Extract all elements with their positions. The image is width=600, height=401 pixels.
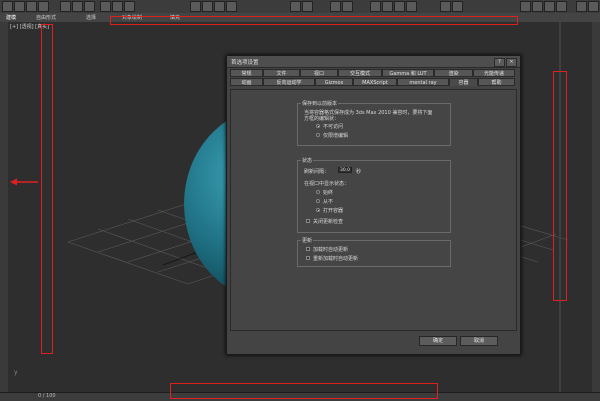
highlight-left-edge xyxy=(41,24,53,354)
highlight-ribbon xyxy=(110,16,518,25)
redo-icon[interactable] xyxy=(14,1,25,12)
scale-icon[interactable] xyxy=(124,1,135,12)
save-desc-line2: 方框的编辑状： xyxy=(304,116,340,122)
highlight-right-edge xyxy=(553,71,567,301)
radio-always-label: 始终 xyxy=(323,190,334,196)
toolbar-icon-a[interactable] xyxy=(520,1,531,12)
timeline-counter: 0 / 100 xyxy=(38,393,56,399)
radio-not-accessible-label: 不可访问 xyxy=(323,124,344,130)
cancel-button[interactable]: 取消 xyxy=(460,336,498,346)
auto-update-on-load-label: 加载时自动更新 xyxy=(313,247,349,253)
radio-never[interactable] xyxy=(316,199,320,203)
save-to-previous-group: 保存到以前版本 当将容器格式保存成为 3ds Max 2010 兼容时，要将下面… xyxy=(297,100,451,146)
region-select-icon[interactable] xyxy=(84,1,95,12)
angle-snap-icon[interactable] xyxy=(202,1,213,12)
tab-general[interactable]: 常规 xyxy=(230,69,263,77)
graphite-icon[interactable] xyxy=(342,1,353,12)
ribbon-tab-selection[interactable]: 选择 xyxy=(86,14,96,21)
tab-gizmos[interactable]: Gizmos xyxy=(315,78,353,86)
save-group-label: 保存到以前版本 xyxy=(301,100,339,107)
curve-editor-icon[interactable] xyxy=(370,1,381,12)
tab-content: 保存到以前版本 当将容器格式保存成为 3ds Max 2010 兼容时，要将下面… xyxy=(230,89,517,331)
auto-update-on-reload-label: 重新加载时自动更新 xyxy=(313,256,359,262)
ribbon-tab-freeform[interactable]: 自由形式 xyxy=(36,14,56,21)
red-arrow-icon xyxy=(10,178,38,186)
radio-never-label: 从不 xyxy=(323,199,334,205)
spinner-snap-icon[interactable] xyxy=(226,1,237,12)
toolbar-icon-c[interactable] xyxy=(544,1,555,12)
tab-help[interactable]: 帮助 xyxy=(478,78,515,86)
highlight-bottom-edge xyxy=(170,383,438,399)
tab-animation[interactable]: 动画 xyxy=(230,78,263,86)
undo-icon[interactable] xyxy=(2,1,13,12)
radio-open-containers-label: 打开容器 xyxy=(323,208,344,214)
dialog-title: 首选项设置 xyxy=(231,60,259,66)
close-update-check-label: 关闭更新检查 xyxy=(313,219,344,225)
toolbar-icon-d[interactable] xyxy=(556,1,567,12)
tab-files[interactable]: 文件 xyxy=(263,69,300,77)
ribbon-tab-modeling[interactable]: 建模 xyxy=(6,14,16,21)
refresh-interval-spinner[interactable]: 30.0 xyxy=(338,167,352,173)
snap-icon[interactable] xyxy=(190,1,201,12)
schematic-icon[interactable] xyxy=(382,1,393,12)
tab-viewports[interactable]: 视口 xyxy=(300,69,338,77)
tab-radiosity[interactable]: 光能传递 xyxy=(473,69,515,77)
status-group: 状态 刷新间隔： 30.0 秒 在视口中显示状态： 始终 从不 打开容器 关闭更… xyxy=(297,157,451,233)
link-icon[interactable] xyxy=(26,1,37,12)
dialog-titlebar[interactable]: 首选项设置 ? × xyxy=(227,56,520,68)
tab-containers[interactable]: 容器 xyxy=(449,78,478,86)
command-panel xyxy=(592,22,600,400)
render-icon[interactable] xyxy=(452,1,463,12)
update-group-label: 更新 xyxy=(301,237,314,244)
select-icon[interactable] xyxy=(60,1,71,12)
radio-open-containers[interactable] xyxy=(316,208,320,212)
tab-inverse-kinematics[interactable]: 反向运动学 xyxy=(263,78,315,86)
toolbar-icon-b[interactable] xyxy=(532,1,543,12)
refresh-interval-label: 刷新间隔： xyxy=(304,169,330,175)
auto-update-on-load-checkbox[interactable] xyxy=(306,247,310,251)
tab-maxscript[interactable]: MAXScript xyxy=(353,78,397,86)
help-button[interactable]: ? xyxy=(494,58,505,67)
update-group: 更新 加载时自动更新 重新加载时自动更新 xyxy=(297,237,451,267)
rotate-icon[interactable] xyxy=(112,1,123,12)
tab-rendering[interactable]: 渲染 xyxy=(434,69,473,77)
main-toolbar xyxy=(0,0,600,14)
preferences-dialog: 首选项设置 ? × 常规 文件 视口 交互模式 Gamma 和 LUT 渲染 光… xyxy=(226,55,521,355)
tab-gamma-lut[interactable]: Gamma 和 LUT xyxy=(382,69,434,77)
radio-always[interactable] xyxy=(316,190,320,194)
radio-not-accessible[interactable] xyxy=(316,124,320,128)
render-frame-icon[interactable] xyxy=(440,1,451,12)
display-status-label: 在视口中显示状态： xyxy=(304,181,350,187)
mirror-icon[interactable] xyxy=(290,1,301,12)
tab-interaction-mode[interactable]: 交互模式 xyxy=(338,69,382,77)
status-group-label: 状态 xyxy=(301,157,314,164)
unlink-icon[interactable] xyxy=(38,1,49,12)
render-setup-icon[interactable] xyxy=(406,1,417,12)
radio-edit-only-label: 仅限增编辑 xyxy=(323,133,349,139)
align-icon[interactable] xyxy=(302,1,313,12)
close-update-check-checkbox[interactable] xyxy=(306,219,310,223)
material-editor-icon[interactable] xyxy=(394,1,405,12)
toolbar-icon-e[interactable] xyxy=(576,1,587,12)
refresh-unit: 秒 xyxy=(356,169,362,175)
ok-button[interactable]: 确定 xyxy=(419,336,457,346)
close-button[interactable]: × xyxy=(506,58,517,67)
layer-icon[interactable] xyxy=(330,1,341,12)
select-by-name-icon[interactable] xyxy=(72,1,83,12)
toolbar-icon-f[interactable] xyxy=(588,1,599,12)
move-icon[interactable] xyxy=(100,1,111,12)
radio-edit-only[interactable] xyxy=(316,133,320,137)
percent-snap-icon[interactable] xyxy=(214,1,225,12)
tab-mental-ray[interactable]: mental ray xyxy=(397,78,449,86)
svg-text:y: y xyxy=(14,369,18,376)
auto-update-on-reload-checkbox[interactable] xyxy=(306,256,310,260)
